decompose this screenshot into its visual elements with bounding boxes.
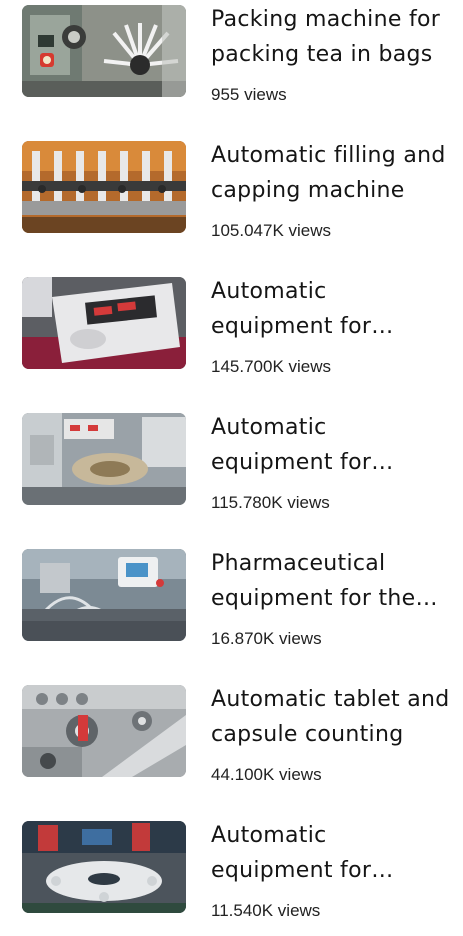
tablet-capsule-machine-photo [22,685,186,777]
video-card[interactable]: Pharmaceutical equipment for the product… [0,544,463,664]
video-thumbnail[interactable] [22,277,186,369]
view-count: 105.047K views [211,221,332,240]
video-thumbnail[interactable] [22,549,186,641]
view-count: 145.700K views [211,357,332,376]
video-card[interactable]: Packing machine for packing tea in bags … [0,0,463,120]
video-card[interactable]: Automatic equipment for bottles 11.540K … [0,816,463,936]
video-card[interactable]: Automatic tablet and capsule counting 44… [0,680,463,800]
tea-packing-machine-photo [22,5,186,97]
video-card[interactable]: Automatic filling and capping machine 10… [0,136,463,256]
video-thumbnail[interactable] [22,141,186,233]
video-thumbnail[interactable] [22,821,186,913]
video-thumbnail[interactable] [22,685,186,777]
view-count: 11.540K views [211,901,321,920]
video-title[interactable]: Automatic equipment for bottles [211,818,451,888]
video-thumbnail[interactable] [22,413,186,505]
video-title[interactable]: Automatic filling and capping machine [211,138,451,208]
view-count: 115.780K views [211,493,330,512]
view-count: 16.870K views [211,629,322,648]
pharmaceutical-line-photo [22,549,186,641]
video-thumbnail[interactable] [22,5,186,97]
video-title[interactable]: Automatic equipment for capsules [211,410,451,480]
tablet-tester-device-photo [22,277,186,369]
video-title[interactable]: Automatic equipment for tablets [211,274,451,344]
video-list: Packing machine for packing tea in bags … [0,0,463,925]
video-card[interactable]: Automatic equipment for capsules 115.780… [0,408,463,528]
filling-capping-line-photo [22,141,186,233]
view-count: 955 views [211,85,287,104]
video-title[interactable]: Automatic tablet and capsule counting [211,682,451,752]
video-title[interactable]: Pharmaceutical equipment for the product… [211,546,451,616]
bottle-turntable-photo [22,821,186,913]
video-title[interactable]: Packing machine for packing tea in bags [211,2,451,72]
view-count: 44.100K views [211,765,322,784]
capsule-equipment-photo [22,413,186,505]
video-card[interactable]: Automatic equipment for tablets 145.700K… [0,272,463,392]
